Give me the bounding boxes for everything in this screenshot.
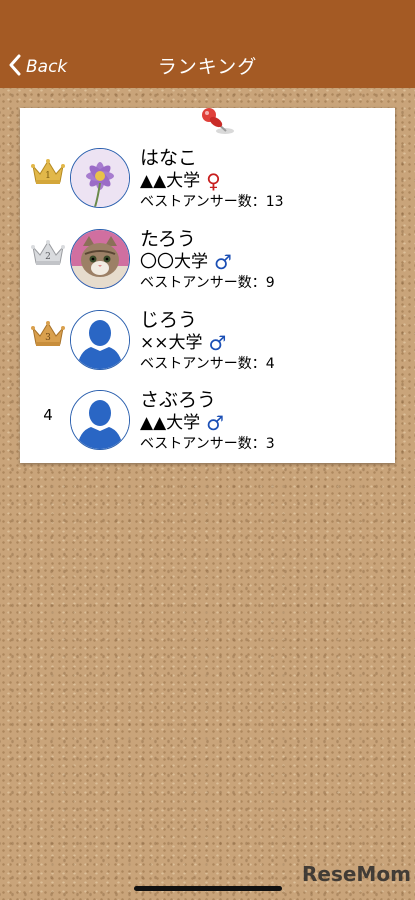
user-silhouette-icon [71,391,129,449]
university: ▲▲大学 [140,413,201,433]
page-title: ランキング [157,56,258,78]
pushpin-icon [202,108,234,134]
male-icon: ♂ [214,250,232,274]
silver-crown-icon: 2 [30,237,66,269]
best-answer-count: ベストアンサー数：4 [140,356,275,372]
rank-number: 4 [43,406,53,424]
best-answer-count: ベストアンサー数：3 [140,436,275,452]
university: 〇〇大学 [140,252,208,272]
ranking-row[interactable]: 4 さぶろう ▲▲大学 ♂ ベストアンサー数：3 [20,380,395,460]
rank-number: 1 [45,171,51,181]
male-icon: ♂ [208,331,227,355]
avatar[interactable] [70,148,130,208]
male-icon: ♂ [206,411,225,435]
avatar[interactable] [70,229,130,289]
home-indicator[interactable] [134,886,282,891]
user-name: じろう [140,309,198,331]
user-name: たろう [140,228,196,250]
ranking-board: 1 はなこ ▲▲大学 ♀ ベストアンサー数：13 2 たろう 〇〇大学 ♂ ベス… [20,108,395,463]
ranking-row[interactable]: 2 たろう 〇〇大学 ♂ ベストアンサー数：9 [20,219,395,299]
user-silhouette-icon [71,311,129,369]
best-answer-count: ベストアンサー数：9 [140,275,275,291]
user-name: はなこ [140,147,198,169]
university: ××大学 [140,333,203,353]
rank-number: 2 [45,252,51,262]
ranking-row[interactable]: 1 はなこ ▲▲大学 ♀ ベストアンサー数：13 [20,138,395,218]
gold-crown-icon: 1 [30,156,66,188]
cat-image [71,230,129,288]
university: ▲▲大学 [140,171,201,191]
bronze-crown-icon: 3 [30,318,66,350]
ranking-row[interactable]: 3 じろう ××大学 ♂ ベストアンサー数：4 [20,300,395,380]
avatar[interactable] [70,310,130,370]
header-bar: Back ランキング [0,0,415,88]
cosmos-flower-image [71,149,129,207]
user-name: さぶろう [140,389,217,411]
rank-number: 3 [45,333,51,343]
best-answer-count: ベストアンサー数：13 [140,194,284,210]
female-icon: ♀ [206,169,221,193]
avatar[interactable] [70,390,130,450]
watermark: ReseMom [302,862,411,886]
